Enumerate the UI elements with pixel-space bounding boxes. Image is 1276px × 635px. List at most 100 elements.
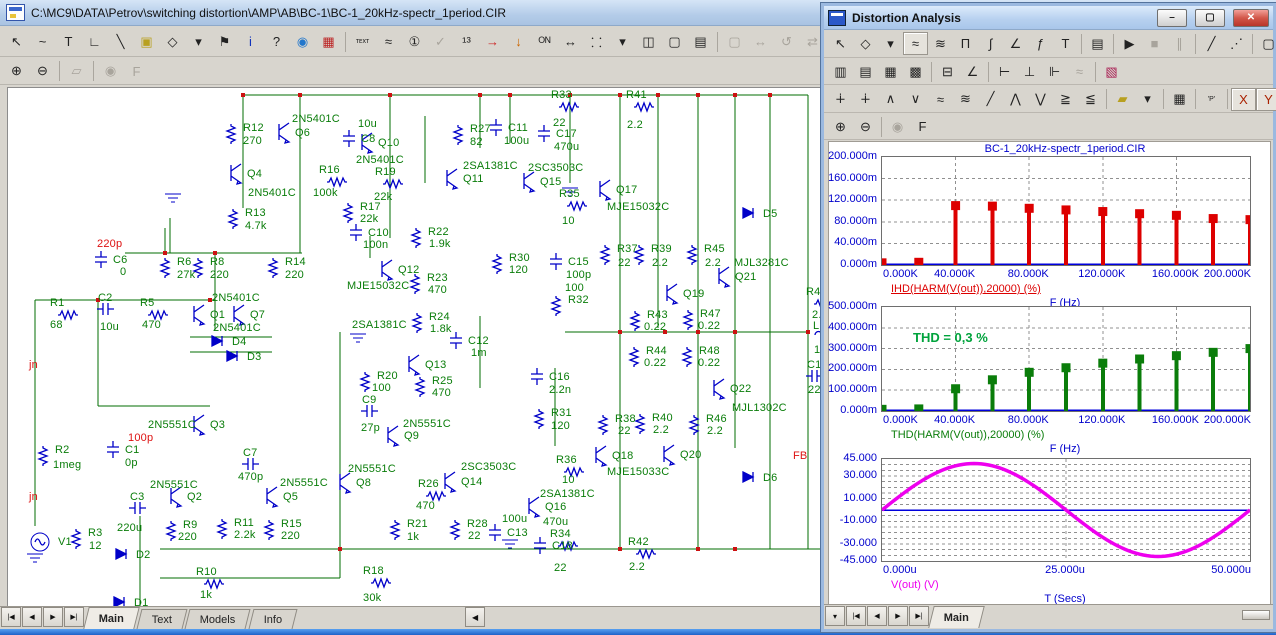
maximize-button[interactable]: ▢ bbox=[1195, 9, 1225, 27]
chart-1-plot-area[interactable] bbox=[881, 156, 1251, 266]
nav-button-0[interactable]: |◀ bbox=[846, 606, 866, 626]
r1-values-icon[interactable]: ≈ bbox=[376, 30, 401, 53]
y-scale-icon[interactable]: Y bbox=[1256, 88, 1276, 111]
global-min-icon[interactable]: ≧ bbox=[1053, 88, 1078, 111]
x-scale-icon[interactable]: X bbox=[1231, 88, 1256, 111]
pause-icon[interactable]: ∥ bbox=[1167, 32, 1192, 55]
pin-numbers-icon[interactable]: ¹³ bbox=[454, 30, 479, 53]
scope-mode-icon[interactable]: ≈ bbox=[903, 32, 928, 55]
close-button[interactable]: ✕ bbox=[1233, 9, 1269, 27]
stop-icon[interactable]: ■ bbox=[1142, 32, 1167, 55]
power-icon[interactable]: ↓ bbox=[506, 30, 531, 53]
smoothing-icon[interactable]: ≈ bbox=[1067, 60, 1092, 83]
shape-dropdown-icon[interactable]: ▾ bbox=[878, 32, 903, 55]
cursor-bottom-icon[interactable]: ⊥ bbox=[1017, 60, 1042, 83]
limits-icon[interactable]: Π bbox=[953, 32, 978, 55]
horizontal-grid-icon[interactable]: ▤ bbox=[853, 60, 878, 83]
waveforms-icon[interactable]: ≋ bbox=[928, 32, 953, 55]
info-tool-icon[interactable]: i bbox=[238, 30, 263, 53]
high-icon[interactable]: ≈ bbox=[928, 88, 953, 111]
nav-button-1[interactable]: ◀ bbox=[22, 607, 42, 627]
group-icon[interactable]: ▢ bbox=[722, 30, 747, 53]
select-tool-icon[interactable]: ↖ bbox=[828, 32, 853, 55]
next-left-icon[interactable]: ∔ bbox=[828, 88, 853, 111]
tab-models[interactable]: Models bbox=[185, 609, 251, 629]
ortho-wire-icon[interactable]: ∟ bbox=[82, 30, 107, 53]
nav-button-2[interactable]: ▶ bbox=[888, 606, 908, 626]
condition-on-icon[interactable]: ᴼᴺ bbox=[532, 30, 557, 53]
cursor-region-icon[interactable]: ▢ bbox=[662, 30, 687, 53]
zoom-out-icon[interactable]: ⊖ bbox=[30, 60, 55, 83]
zoom-in-icon[interactable]: ⊕ bbox=[828, 115, 853, 138]
h-scroll-left-button[interactable]: ◀ bbox=[465, 607, 485, 627]
node-voltages-icon[interactable]: ✓ bbox=[428, 30, 453, 53]
p-key-icon[interactable]: 'P' bbox=[1199, 88, 1224, 111]
global-max-icon[interactable]: ≦ bbox=[1078, 88, 1103, 111]
shape-tool-icon[interactable]: ◇ bbox=[853, 32, 878, 55]
stepping-icon[interactable]: ∫ bbox=[978, 32, 1003, 55]
resize-gripper[interactable] bbox=[1242, 610, 1270, 620]
run-icon[interactable]: ▶ bbox=[1117, 32, 1142, 55]
vertical-grid-icon[interactable]: ▥ bbox=[828, 60, 853, 83]
numeric-output-icon[interactable]: ▦ bbox=[1167, 88, 1192, 111]
rotate-icon[interactable]: ↺ bbox=[774, 30, 799, 53]
wire-mode-icon[interactable]: ~ bbox=[30, 30, 55, 53]
flag-tool-icon[interactable]: ⚑ bbox=[212, 30, 237, 53]
minimize-button[interactable]: – bbox=[1157, 9, 1187, 27]
select-tool-icon[interactable]: ↖ bbox=[4, 30, 29, 53]
analysis-titlebar[interactable]: Distortion Analysis – ▢ ✕ bbox=[824, 6, 1273, 30]
f-metrics-icon[interactable]: F bbox=[124, 60, 149, 83]
line-tool-icon[interactable]: ╱ bbox=[1199, 32, 1224, 55]
add-part-dropdown-icon[interactable]: ▾ bbox=[1135, 88, 1160, 111]
help-point-icon[interactable]: ? bbox=[264, 30, 289, 53]
baseline-icon[interactable]: ⊟ bbox=[935, 60, 960, 83]
pan-icon[interactable]: ◉ bbox=[885, 115, 910, 138]
add-part-icon[interactable]: ▰ bbox=[1110, 88, 1135, 111]
current-arrow-icon[interactable]: → bbox=[480, 30, 505, 53]
text-tool-icon[interactable]: T bbox=[56, 30, 81, 53]
shape-tool-icon[interactable]: ◇ bbox=[160, 30, 185, 53]
node-numbers-icon[interactable]: ① bbox=[402, 30, 427, 53]
stretch-icon[interactable]: ↔ bbox=[748, 30, 773, 53]
scope-settings-icon[interactable]: ▧ bbox=[1099, 60, 1124, 83]
nav-button-3[interactable]: ▶| bbox=[64, 607, 84, 627]
bw-grid-icon[interactable]: ▦ bbox=[316, 30, 341, 53]
component-tool-icon[interactable]: ▣ bbox=[134, 30, 159, 53]
select-region-icon[interactable]: ▢ bbox=[1256, 32, 1276, 55]
folder-icon[interactable]: ▱ bbox=[64, 60, 89, 83]
zoom-in-icon[interactable]: ⊕ bbox=[4, 60, 29, 83]
local-max-icon[interactable]: ⋀ bbox=[1003, 88, 1028, 111]
chart-2-plot-area[interactable] bbox=[881, 306, 1251, 412]
slope-icon[interactable]: ∠ bbox=[1003, 32, 1028, 55]
valley-icon[interactable]: ∨ bbox=[903, 88, 928, 111]
page-dropdown-button[interactable]: ▾ bbox=[825, 606, 845, 626]
polyline-tool-icon[interactable]: ⋰ bbox=[1224, 32, 1249, 55]
next-right-icon[interactable]: ∔ bbox=[853, 88, 878, 111]
shape-dropdown-icon[interactable]: ▾ bbox=[186, 30, 211, 53]
properties-sheet-icon[interactable]: ▤ bbox=[688, 30, 713, 53]
dotted-grid-icon[interactable]: ▩ bbox=[903, 60, 928, 83]
nav-button-0[interactable]: |◀ bbox=[1, 607, 21, 627]
chart-3-plot-area[interactable] bbox=[881, 458, 1251, 562]
full-grid-icon[interactable]: ▦ bbox=[878, 60, 903, 83]
local-min-icon[interactable]: ⋁ bbox=[1028, 88, 1053, 111]
zoom-out-icon[interactable]: ⊖ bbox=[853, 115, 878, 138]
tab-info[interactable]: Info bbox=[248, 609, 297, 629]
cursor-both-icon[interactable]: ⊩ bbox=[1042, 60, 1067, 83]
text-tool-icon[interactable]: T bbox=[1053, 32, 1078, 55]
line-tool-icon[interactable]: ╲ bbox=[108, 30, 133, 53]
properties-icon[interactable]: ▤ bbox=[1085, 32, 1110, 55]
inflection-icon[interactable]: ╱ bbox=[978, 88, 1003, 111]
cursor-left-icon[interactable]: ⊢ bbox=[992, 60, 1017, 83]
nav-button-2[interactable]: ▶ bbox=[43, 607, 63, 627]
nav-button-3[interactable]: ▶| bbox=[909, 606, 929, 626]
text-stamp-icon[interactable]: ᴛᴇxᴛ bbox=[350, 30, 375, 53]
low-icon[interactable]: ≋ bbox=[953, 88, 978, 111]
nav-button-1[interactable]: ◀ bbox=[867, 606, 887, 626]
grid-dots-icon[interactable]: ⸬ bbox=[584, 30, 609, 53]
globe-icon[interactable]: ◉ bbox=[98, 60, 123, 83]
web-icon[interactable]: ◉ bbox=[290, 30, 315, 53]
peak-icon[interactable]: ∧ bbox=[878, 88, 903, 111]
pin-leads-icon[interactable]: ↔ bbox=[558, 30, 583, 53]
tab-text[interactable]: Text bbox=[137, 609, 188, 629]
